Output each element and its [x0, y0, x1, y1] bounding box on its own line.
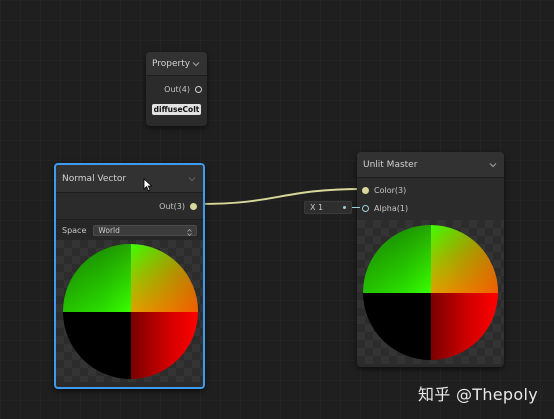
alpha-input-label: Alpha(1) — [374, 203, 409, 213]
normal-vector-node-header[interactable]: Normal Vector — [56, 165, 203, 193]
alpha-input-row: Alpha(1) — [357, 199, 504, 217]
property-node[interactable]: Property Out(4) diffuseColt — [146, 52, 207, 126]
property-node-title: Property — [152, 58, 191, 69]
port-circle-icon[interactable] — [190, 202, 197, 210]
normal-vector-node[interactable]: Normal Vector Out(3) Space World — [54, 163, 205, 389]
port-circle-icon[interactable] — [362, 204, 369, 212]
color-input-label: Color(3) — [374, 185, 407, 195]
space-dropdown-value: World — [98, 225, 120, 235]
space-row: Space World — [56, 219, 203, 240]
dropdown-arrows-icon — [187, 221, 192, 240]
normal-vector-output-label: Out(3) — [159, 201, 185, 211]
property-output-row: Out(4) — [146, 80, 207, 98]
unlit-master-preview — [357, 220, 504, 364]
alpha-default-value: X 1 — [310, 203, 324, 212]
preview-sphere — [363, 225, 498, 360]
chevron-down-icon[interactable] — [187, 174, 197, 184]
unlit-master-node-title: Unlit Master — [363, 159, 418, 170]
space-dropdown[interactable]: World — [93, 224, 197, 236]
unlit-master-node[interactable]: Unlit Master Color(3) Alpha(1) — [357, 152, 504, 367]
color-input-row: Color(3) — [357, 181, 504, 199]
normal-vector-preview — [56, 240, 203, 382]
property-name-field[interactable]: diffuseColt — [152, 104, 201, 115]
preview-sphere — [63, 244, 198, 379]
port-circle-icon[interactable] — [195, 85, 202, 93]
alpha-default-connector — [352, 207, 360, 208]
normal-vector-output-row: Out(3) — [56, 197, 203, 215]
port-circle-icon — [343, 206, 346, 209]
watermark: 知乎 @Thepoly — [417, 385, 538, 404]
mouse-cursor-icon — [143, 178, 153, 192]
space-label: Space — [62, 225, 87, 235]
port-circle-icon[interactable] — [362, 186, 369, 194]
alpha-default-field[interactable]: X 1 — [304, 201, 352, 214]
property-node-header[interactable]: Property — [146, 52, 207, 76]
unlit-master-node-header[interactable]: Unlit Master — [357, 152, 504, 178]
chevron-down-icon[interactable] — [191, 59, 201, 69]
property-output-label: Out(4) — [164, 84, 190, 94]
normal-vector-node-title: Normal Vector — [62, 173, 127, 184]
property-name-text: diffuseColt — [153, 105, 200, 114]
chevron-down-icon[interactable] — [488, 160, 498, 170]
